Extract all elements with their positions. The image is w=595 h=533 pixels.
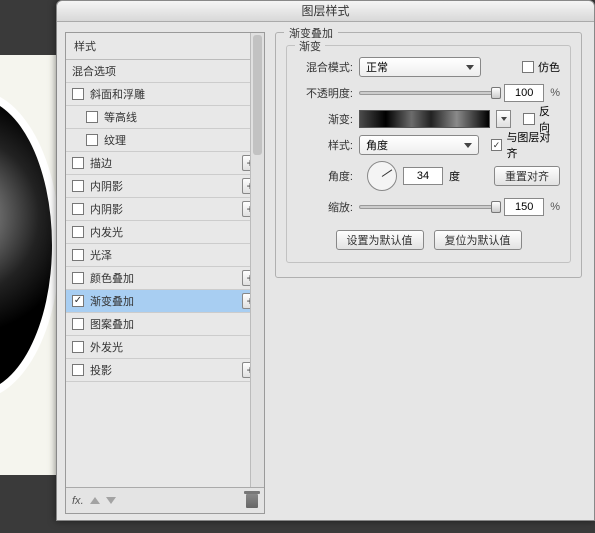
checkbox-icon[interactable] bbox=[72, 272, 84, 284]
reset-default-button[interactable]: 复位为默认值 bbox=[434, 230, 522, 250]
opacity-slider[interactable] bbox=[359, 91, 498, 95]
checkbox-icon[interactable] bbox=[72, 318, 84, 330]
style-item-label: 描边 bbox=[90, 155, 242, 171]
percent-label: % bbox=[550, 201, 560, 213]
checkbox-icon[interactable] bbox=[72, 180, 84, 192]
style-item-label: 纹理 bbox=[104, 132, 258, 148]
checkbox-icon bbox=[523, 113, 535, 125]
checkbox-icon[interactable] bbox=[72, 364, 84, 376]
checkbox-icon[interactable] bbox=[72, 157, 84, 169]
make-default-button[interactable]: 设置为默认值 bbox=[336, 230, 424, 250]
dither-checkbox[interactable]: 仿色 bbox=[522, 59, 560, 75]
style-label: 样式: bbox=[297, 137, 353, 153]
style-item-label: 外发光 bbox=[90, 339, 258, 355]
styles-scrollbar[interactable] bbox=[250, 33, 264, 513]
slider-thumb[interactable] bbox=[491, 201, 501, 213]
styles-list-footer: fx bbox=[66, 487, 264, 513]
trash-icon[interactable] bbox=[246, 494, 258, 508]
style-item-satin[interactable]: 光泽 bbox=[66, 244, 264, 267]
blend-options-label: 混合选项 bbox=[72, 63, 258, 79]
inner-title: 渐变 bbox=[295, 38, 325, 54]
checkbox-icon bbox=[522, 61, 534, 73]
checkbox-icon[interactable] bbox=[72, 341, 84, 353]
style-item-label: 投影 bbox=[90, 362, 242, 378]
blend-mode-label: 混合模式: bbox=[297, 59, 353, 75]
styles-list-header: 样式 bbox=[66, 33, 264, 60]
style-item-label: 图案叠加 bbox=[90, 316, 258, 332]
style-item-gradient-overlay[interactable]: 渐变叠加 + bbox=[66, 290, 264, 313]
align-label: 与图层对齐 bbox=[506, 129, 560, 161]
style-select[interactable]: 角度 bbox=[359, 135, 479, 155]
dialog-titlebar[interactable]: 图层样式 bbox=[57, 1, 594, 22]
move-down-icon[interactable] bbox=[106, 497, 116, 504]
style-item-drop-shadow[interactable]: 投影 + bbox=[66, 359, 264, 382]
style-item-outer-glow[interactable]: 外发光 bbox=[66, 336, 264, 359]
blend-mode-select[interactable]: 正常 bbox=[359, 57, 481, 77]
style-item-label: 斜面和浮雕 bbox=[90, 86, 258, 102]
gradient-label: 渐变: bbox=[297, 111, 353, 127]
opacity-input[interactable] bbox=[504, 84, 544, 102]
move-up-icon[interactable] bbox=[90, 497, 100, 504]
checkbox-icon[interactable] bbox=[72, 226, 84, 238]
style-item-label: 颜色叠加 bbox=[90, 270, 242, 286]
scale-input[interactable] bbox=[504, 198, 544, 216]
style-item-label: 渐变叠加 bbox=[90, 293, 242, 309]
scrollbar-thumb[interactable] bbox=[253, 35, 262, 155]
style-item-label: 光泽 bbox=[90, 247, 258, 263]
slider-thumb[interactable] bbox=[491, 87, 501, 99]
style-item-label: 等高线 bbox=[104, 109, 258, 125]
checkbox-icon[interactable] bbox=[72, 203, 84, 215]
style-item-pattern-overlay[interactable]: 图案叠加 bbox=[66, 313, 264, 336]
degree-label: 度 bbox=[449, 168, 460, 184]
style-item-inner-shadow-1[interactable]: 内阴影 + bbox=[66, 175, 264, 198]
reset-align-button[interactable]: 重置对齐 bbox=[494, 166, 560, 186]
checkbox-icon[interactable] bbox=[86, 134, 98, 146]
checkbox-icon[interactable] bbox=[72, 249, 84, 261]
styles-blend-options[interactable]: 混合选项 bbox=[66, 60, 264, 83]
align-checkbox[interactable]: 与图层对齐 bbox=[491, 129, 560, 161]
style-item-label: 内阴影 bbox=[90, 201, 242, 217]
gradient-swatch[interactable] bbox=[359, 110, 490, 128]
style-item-inner-shadow-2[interactable]: 内阴影 + bbox=[66, 198, 264, 221]
style-item-color-overlay[interactable]: 颜色叠加 + bbox=[66, 267, 264, 290]
style-value: 角度 bbox=[366, 137, 388, 153]
angle-label: 角度: bbox=[297, 168, 353, 184]
layer-style-dialog: 图层样式 样式 混合选项 斜面和浮雕 等高线 纹理 bbox=[56, 0, 595, 521]
checkbox-icon[interactable] bbox=[72, 88, 84, 100]
scale-slider[interactable] bbox=[359, 205, 498, 209]
settings-panel: 渐变叠加 渐变 混合模式: 正常 仿色 bbox=[273, 22, 594, 520]
angle-dial[interactable] bbox=[367, 161, 397, 191]
gradient-overlay-group: 渐变叠加 渐变 混合模式: 正常 仿色 bbox=[275, 32, 582, 278]
fx-menu-button[interactable]: fx bbox=[72, 495, 84, 507]
style-item-bevel[interactable]: 斜面和浮雕 bbox=[66, 83, 264, 106]
checkbox-icon[interactable] bbox=[86, 111, 98, 123]
style-item-label: 内发光 bbox=[90, 224, 258, 240]
gradient-dropdown-icon[interactable] bbox=[496, 110, 511, 128]
checkbox-icon[interactable] bbox=[72, 295, 84, 307]
gradient-group: 渐变 混合模式: 正常 仿色 不透明度: bbox=[286, 45, 571, 263]
percent-label: % bbox=[550, 87, 560, 99]
style-item-label: 内阴影 bbox=[90, 178, 242, 194]
dither-label: 仿色 bbox=[538, 59, 560, 75]
style-item-inner-glow[interactable]: 内发光 bbox=[66, 221, 264, 244]
angle-input[interactable] bbox=[403, 167, 443, 185]
styles-panel: 样式 混合选项 斜面和浮雕 等高线 纹理 描边 bbox=[57, 22, 273, 520]
style-item-texture[interactable]: 纹理 bbox=[66, 129, 264, 152]
blend-mode-value: 正常 bbox=[366, 59, 388, 75]
style-item-contour[interactable]: 等高线 bbox=[66, 106, 264, 129]
style-item-stroke[interactable]: 描边 + bbox=[66, 152, 264, 175]
scale-label: 缩放: bbox=[297, 199, 353, 215]
opacity-label: 不透明度: bbox=[297, 85, 353, 101]
checkbox-icon bbox=[491, 139, 503, 151]
styles-list: 样式 混合选项 斜面和浮雕 等高线 纹理 描边 bbox=[65, 32, 265, 514]
